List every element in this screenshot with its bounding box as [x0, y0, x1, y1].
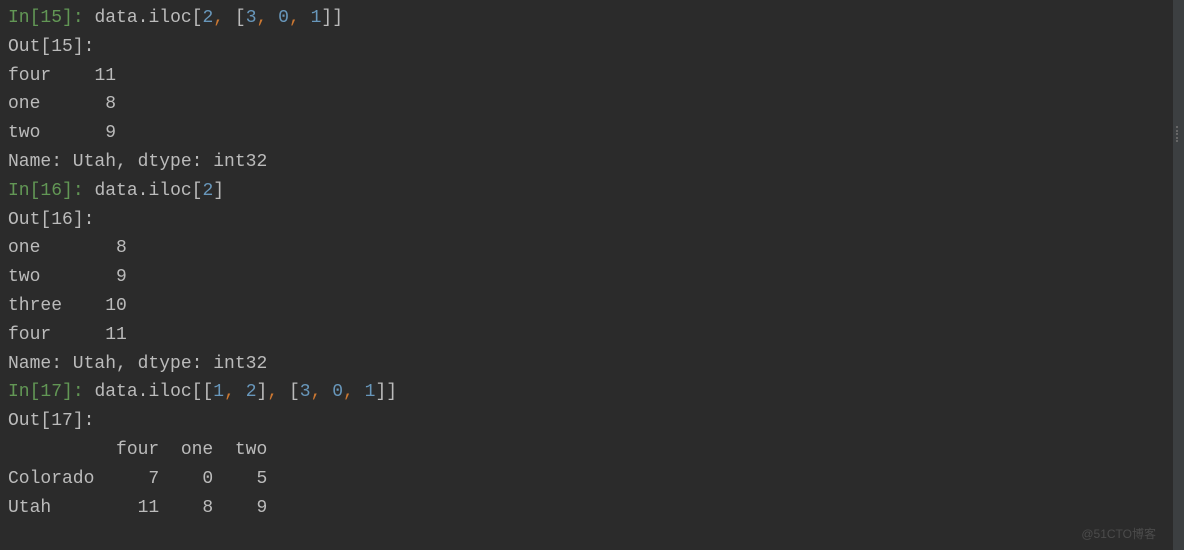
in-prompt: In[16]: — [8, 181, 84, 201]
number-literal: 0 — [332, 382, 343, 402]
terminal-output: In[15]: data.iloc[2, [3, 0, 1]] Out[15]:… — [0, 0, 1173, 550]
code-text: data.iloc[[ — [94, 382, 213, 402]
output-footer: Name: Utah, dtype: int32 — [8, 148, 1165, 177]
comma: , — [257, 8, 268, 28]
input-line: In[17]: data.iloc[[1, 2], [3, 0, 1]] — [8, 378, 1165, 407]
output-row: three 10 — [8, 292, 1165, 321]
table-header: four one two — [8, 436, 1165, 465]
out-prompt: Out[16]: — [8, 210, 94, 230]
scrollbar[interactable] — [1173, 0, 1184, 550]
number-literal: 2 — [246, 382, 257, 402]
number-literal: 2 — [202, 8, 213, 28]
output-row: one 8 — [8, 234, 1165, 263]
comma: , — [267, 382, 278, 402]
number-literal: 0 — [278, 8, 289, 28]
number-literal: 2 — [202, 181, 213, 201]
number-literal: 3 — [246, 8, 257, 28]
out-prompt: Out[17]: — [8, 411, 94, 431]
input-line: In[16]: data.iloc[2] — [8, 177, 1165, 206]
output-row: one 8 — [8, 90, 1165, 119]
output-row: two 9 — [8, 119, 1165, 148]
comma: , — [311, 382, 322, 402]
output-prompt-line: Out[15]: — [8, 33, 1165, 62]
number-literal: 1 — [213, 382, 224, 402]
comma: , — [213, 8, 224, 28]
input-line: In[15]: data.iloc[2, [3, 0, 1]] — [8, 4, 1165, 33]
code-text: data.iloc[ — [94, 8, 202, 28]
output-row: two 9 — [8, 263, 1165, 292]
table-row: Colorado 7 0 5 — [8, 465, 1165, 494]
table-row: Utah 11 8 9 — [8, 494, 1165, 523]
output-footer: Name: Utah, dtype: int32 — [8, 350, 1165, 379]
comma: , — [224, 382, 235, 402]
in-prompt: In[17]: — [8, 382, 84, 402]
output-prompt-line: Out[16]: — [8, 206, 1165, 235]
number-literal: 3 — [300, 382, 311, 402]
output-row: four 11 — [8, 321, 1165, 350]
output-prompt-line: Out[17]: — [8, 407, 1165, 436]
watermark-text: @51CTO博客 — [1081, 525, 1156, 544]
number-literal: 1 — [365, 382, 376, 402]
output-row: four 11 — [8, 62, 1165, 91]
scrollbar-grip-icon — [1176, 126, 1181, 142]
number-literal: 1 — [311, 8, 322, 28]
comma: , — [343, 382, 354, 402]
in-prompt: In[15]: — [8, 8, 84, 28]
code-text: data.iloc[ — [94, 181, 202, 201]
comma: , — [289, 8, 300, 28]
out-prompt: Out[15]: — [8, 37, 94, 57]
